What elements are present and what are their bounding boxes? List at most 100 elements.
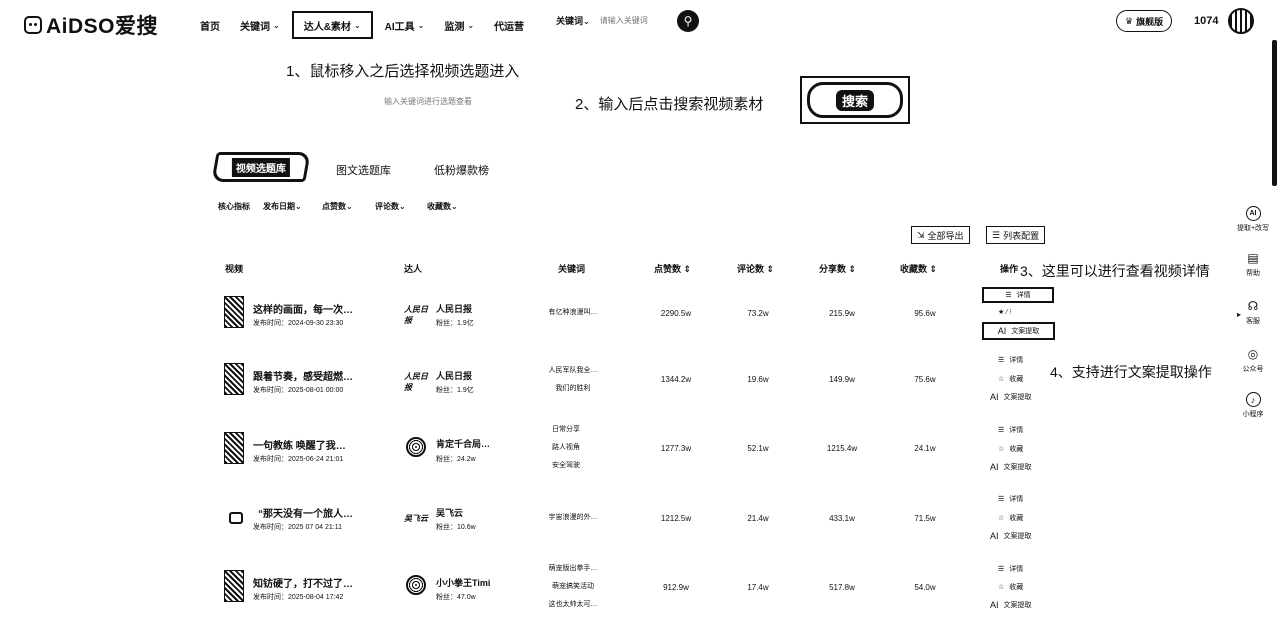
author-name[interactable]: 吴飞云 (436, 506, 463, 519)
material-search-button[interactable]: 搜索 (807, 82, 903, 118)
list-icon: ☰ (1005, 292, 1012, 299)
extract-button[interactable]: AI 文案提取 (990, 392, 1032, 402)
extract-button[interactable]: AI 文案提取 (990, 531, 1032, 541)
likes-value: 1212.5w (660, 514, 692, 523)
search-button[interactable]: ⚲ (677, 10, 699, 32)
search-input[interactable] (597, 15, 672, 26)
author-name[interactable]: 小小拳王Timi (436, 576, 490, 589)
sidebar-support[interactable]: ☊ 客服 (1236, 298, 1270, 326)
video-thumbnail[interactable] (224, 570, 244, 602)
chevron-down-icon: ⌄ (295, 202, 302, 211)
column-config-button[interactable]: ☰ 列表配置 (986, 226, 1046, 244)
col-creator: 达人 (404, 264, 423, 274)
nav-ai-tools[interactable]: AI工具 ⌄ (375, 11, 435, 39)
favorite-button[interactable]: ☆ 收藏 (998, 374, 1023, 384)
video-title[interactable]: 跟着节奏，感受超燃… (253, 368, 353, 383)
col-likes[interactable]: 点赞数 ⇕ (654, 262, 691, 275)
col-shares[interactable]: 分享数 ⇕ (819, 262, 856, 275)
shares-value: 149.9w (829, 375, 855, 384)
page-scrollbar[interactable] (1272, 40, 1277, 186)
filter-publish-date[interactable]: 发布日期⌄ (263, 201, 302, 212)
video-title[interactable]: “那天没有一个旅人… (258, 505, 353, 520)
star-icon: ★ ⁄ ⁝ (998, 309, 1012, 316)
detail-button[interactable]: ☰ 详情 (998, 494, 1023, 504)
video-thumbnail[interactable] (224, 363, 244, 395)
likes-value: 1277.3w (660, 444, 692, 453)
detail-button[interactable]: ☰ 详情 (998, 564, 1023, 574)
star-icon: ☆ (998, 446, 1005, 453)
nav-keywords[interactable]: 关键词 ⌄ (230, 11, 290, 39)
detail-button[interactable]: ☰ 详情 (998, 355, 1023, 365)
ai-icon: AI (1245, 206, 1261, 221)
keyword-hint[interactable]: 输入关键词进行选题查看 (384, 96, 472, 107)
star-icon: ☆ (998, 584, 1005, 591)
video-date: 发布时间：2025-08-01 00:00 (253, 387, 344, 394)
keyword-tag[interactable]: 我们的胜利 (533, 380, 613, 398)
wechat-icon: ◎ (1247, 347, 1259, 361)
nav-agency[interactable]: 代运营 (484, 11, 534, 39)
favorite-button[interactable]: ☆ 收藏 (998, 582, 1023, 592)
filter-likes[interactable]: 点赞数⌄ (322, 201, 353, 212)
col-actions: 操作 (1000, 264, 1019, 274)
video-date: 发布时间：2025-06-24 21:01 (253, 456, 344, 463)
video-title[interactable]: 这样的画面，每一次… (253, 301, 353, 316)
sidebar-mini-program[interactable]: ♪ 小程序 (1236, 392, 1270, 419)
author-avatar (406, 575, 426, 595)
video-thumbnail[interactable] (224, 432, 244, 464)
chevron-down-icon: ⌄ (353, 20, 361, 30)
keyword-tag[interactable]: 安全驾驶 (526, 457, 606, 475)
tab-image-topics[interactable]: 图文选题库 (336, 162, 391, 178)
vip-badge[interactable]: ♛ 旗舰版 (1116, 10, 1173, 32)
keyword-tag[interactable]: 萌宠版出拳手… (533, 560, 613, 578)
author-name[interactable]: 肯定千合局… (436, 437, 490, 450)
author-fans: 粉丝：1.9亿 (436, 387, 474, 394)
ai-icon: AI (990, 600, 999, 610)
video-thumbnail[interactable] (224, 296, 244, 328)
keyword-tag[interactable]: 萌宠搞笑活动 (533, 578, 613, 596)
list-icon: ☰ (998, 496, 1005, 503)
search-type-select[interactable]: 关键词⌄ (556, 14, 590, 27)
favorites-value: 54.0w (914, 583, 936, 592)
col-comments[interactable]: 评论数 ⇕ (737, 262, 774, 275)
favorites-value: 71.5w (914, 514, 936, 523)
video-date: 发布时间：2025 07 04 21:11 (253, 524, 342, 531)
keyword-tag[interactable]: 路人视角 (526, 439, 606, 457)
nav-monitor[interactable]: 监测 ⌄ (434, 11, 484, 39)
filter-core-metrics[interactable]: 核心指标 (218, 201, 250, 212)
tab-low-fan-hits[interactable]: 低粉爆款榜 (434, 162, 489, 178)
chevron-down-icon: ⌄ (451, 202, 458, 211)
shares-value: 433.1w (829, 514, 855, 523)
keyword-tag[interactable]: 宇宙浪漫的外… (533, 509, 613, 527)
extract-button[interactable]: AI 文案提取 (982, 322, 1055, 340)
tab-video-topics[interactable]: 视频选题库 (211, 152, 311, 182)
filter-favorites[interactable]: 收藏数⌄ (427, 201, 458, 212)
favorite-button[interactable]: ☆ 收藏 (998, 513, 1023, 523)
sidebar-help[interactable]: ▤ 帮助 (1236, 250, 1270, 278)
extract-button[interactable]: AI 文案提取 (990, 600, 1032, 610)
favorite-button[interactable]: ☆ 收藏 (998, 444, 1023, 454)
nav-creators[interactable]: 达人&素材 ⌄ (291, 11, 373, 39)
col-favorites[interactable]: 收藏数 ⇕ (900, 262, 937, 275)
keyword-tag[interactable]: 有亿种浪漫叫… (533, 304, 613, 322)
video-title[interactable]: 知钫硬了，打不过了… (253, 575, 353, 590)
video-thumbnail[interactable] (229, 512, 243, 524)
keyword-tag[interactable]: 人民军队我全… (533, 362, 613, 380)
keyword-tag[interactable]: 日常分享 (526, 421, 606, 439)
keyword-tag[interactable]: 这也太帅太可… (533, 596, 613, 614)
nav-home[interactable]: 首页 (190, 11, 230, 39)
filter-comments[interactable]: 评论数⌄ (375, 201, 406, 212)
detail-button[interactable]: ☰ 详情 (982, 287, 1054, 303)
ai-icon: AI (990, 392, 999, 402)
detail-button[interactable]: ☰ 详情 (998, 425, 1023, 435)
sidebar-extract-rewrite[interactable]: AI 提取+改写 (1236, 206, 1270, 233)
brand-logo[interactable]: AiDSO爱搜 (24, 10, 158, 40)
sidebar-official-account[interactable]: ◎ 公众号 (1236, 346, 1270, 374)
avatar[interactable] (1228, 8, 1254, 34)
favorite-button[interactable]: ★ ⁄ ⁝ (998, 308, 1012, 316)
export-all-button[interactable]: ⇲ 全部导出 (911, 226, 970, 244)
author-name[interactable]: 人民日报 (436, 302, 472, 315)
extract-button[interactable]: AI 文案提取 (990, 462, 1032, 472)
author-name[interactable]: 人民日报 (436, 369, 472, 382)
video-title[interactable]: 一句教练 唤醒了我… (253, 437, 346, 452)
sort-icon: ⇕ (848, 264, 857, 274)
